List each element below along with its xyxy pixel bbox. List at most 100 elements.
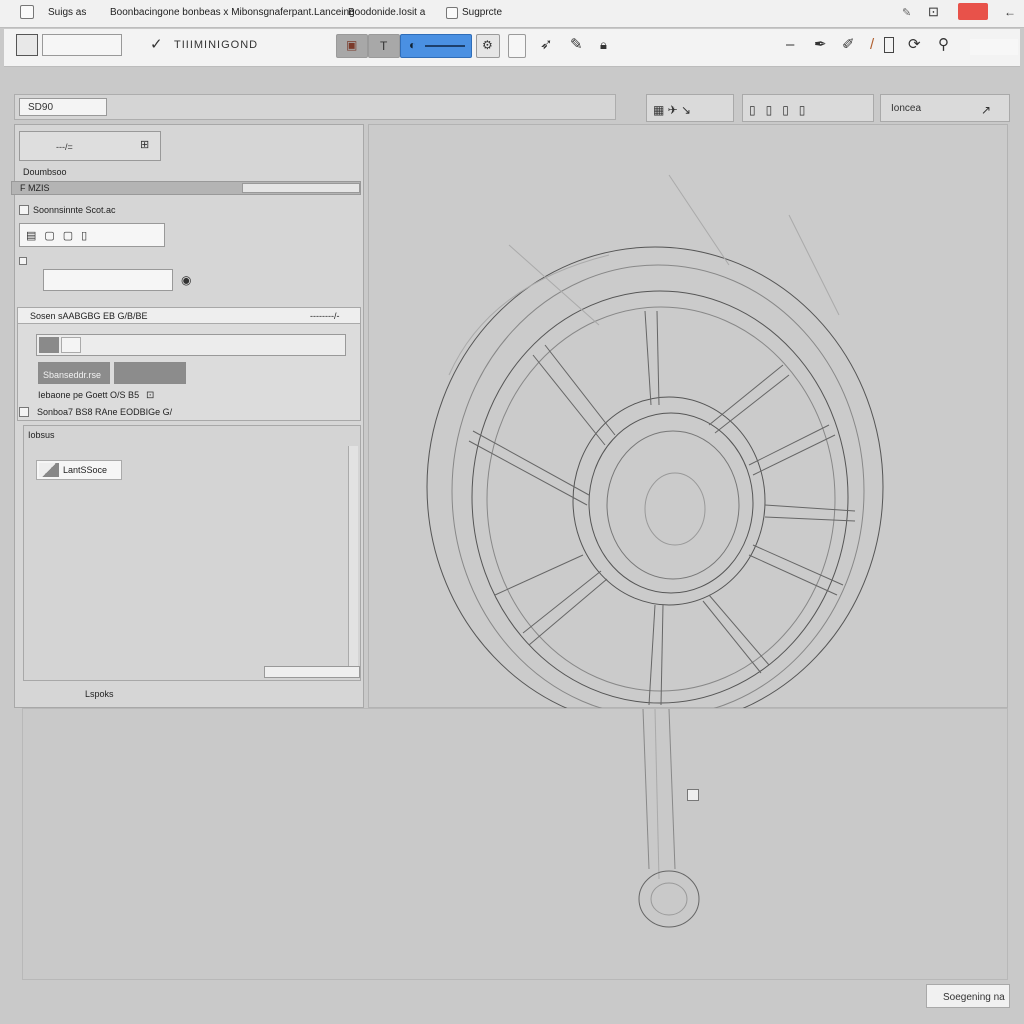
lasso-icon[interactable]: ⟳ xyxy=(908,37,921,53)
window-menu-icon[interactable]: ⊡ xyxy=(928,4,939,20)
tool-group-1[interactable]: ▦ ✈ ↘ xyxy=(646,94,734,122)
brush-tool-button[interactable]: ▣ xyxy=(336,34,368,58)
brush-icon[interactable]: ✐ xyxy=(842,37,855,53)
stem-sketch xyxy=(638,709,700,928)
swatch-row[interactable] xyxy=(36,334,346,356)
page-tool-button[interactable] xyxy=(508,34,526,58)
panel-footer: Lspoks xyxy=(85,689,114,699)
hub-inner xyxy=(606,430,740,580)
inner-rim xyxy=(471,290,849,704)
tab-icon[interactable] xyxy=(446,7,458,19)
zoom-icon[interactable]: ⚲ xyxy=(938,37,949,53)
pencil-tool-icon[interactable]: ✎ xyxy=(570,37,583,53)
section-checkbox[interactable] xyxy=(19,205,29,215)
group1-icons: ▦ ✈ ↘ xyxy=(653,103,692,117)
pin-icon[interactable]: ✎ xyxy=(902,6,911,19)
layer-name: LantSSoce xyxy=(63,465,108,475)
swatch-dark[interactable] xyxy=(39,337,59,353)
list-item[interactable]: LantSSoce xyxy=(36,460,122,480)
swatch-light[interactable] xyxy=(61,337,81,353)
value-input[interactable] xyxy=(43,269,173,291)
size-field[interactable]: SD90 xyxy=(19,98,107,116)
text-tool-button[interactable]: T xyxy=(368,34,400,58)
eye-icon[interactable]: ◉ xyxy=(181,273,191,287)
preview-icon[interactable]: ⊞ xyxy=(140,138,149,151)
main-toolbar: ✓ TIIIMINIGOND ▣ T ◐ ⚙ ➶ ✎ 🔒︎ – ✒ ✐ / ⟳ … xyxy=(4,29,1020,67)
spokes xyxy=(468,310,856,706)
option-checkbox-2[interactable] xyxy=(19,407,29,417)
hub-ring xyxy=(588,412,754,594)
scribble-lines xyxy=(448,174,840,376)
hub-core xyxy=(644,472,706,546)
layers-title: Iobsus xyxy=(28,430,55,440)
group3-label: Ioncea xyxy=(891,103,922,114)
settings-tool-button[interactable]: ⚙ xyxy=(476,34,500,58)
size-value: SD90 xyxy=(28,102,54,113)
close-button[interactable] xyxy=(958,3,988,20)
options-bar: SD90 xyxy=(14,94,616,120)
select-arrow-icon[interactable]: ✓ xyxy=(150,37,163,53)
group-header-bar: Sosen sAABGBG EB G/B/BE --------/- xyxy=(18,308,360,324)
properties-group: Sosen sAABGBG EB G/B/BE --------/- Sbans… xyxy=(17,307,361,421)
settings-icon: ⚙ xyxy=(482,38,493,52)
preview-box: ---/= ⊞ xyxy=(19,131,161,161)
group-description: Iebaone pe Goett O/S B5 xyxy=(38,390,140,400)
layers-list: Iobsus LantSSoce xyxy=(23,425,361,681)
wheel-sketch xyxy=(426,174,884,709)
color-swatch[interactable] xyxy=(970,39,1018,55)
tool-strip-label: TIIIMINIGOND xyxy=(174,39,259,51)
tab-label[interactable]: Sugprcte xyxy=(462,7,502,18)
outer-rim-inner xyxy=(451,264,865,709)
tool-group-3[interactable]: Ioncea ↗ xyxy=(880,94,1010,122)
drawing-canvas[interactable] xyxy=(368,124,1008,709)
format-selector[interactable]: ▤▢▢▯ xyxy=(19,223,165,247)
hub-outer xyxy=(572,396,766,606)
primary-action-label: Sbanseddr.rse xyxy=(43,370,102,380)
toolbar-input[interactable] xyxy=(42,34,122,56)
panel-subtitle: Doumbsoo xyxy=(23,167,67,177)
option-checkbox[interactable] xyxy=(19,257,27,265)
arrow-icon: ↗ xyxy=(981,103,992,117)
lower-canvas[interactable] xyxy=(22,708,1008,980)
app-name: Suigs as xyxy=(48,7,87,18)
side-panel: ---/= ⊞ Doumbsoo F MZIS Soonnsinnte Scot… xyxy=(11,124,364,708)
list-footer-bar[interactable] xyxy=(264,666,360,678)
info-icon[interactable]: ⊡ xyxy=(146,390,154,401)
outer-rim xyxy=(426,246,884,709)
inner-rim-inner xyxy=(486,306,836,692)
pen-tool-button[interactable]: ◐ xyxy=(400,34,472,58)
group2-icons: ▯▯▯▯ xyxy=(749,103,816,117)
tool-group-2[interactable]: ▯▯▯▯ xyxy=(742,94,874,122)
section-title: Soonnsinnte Scot.ac xyxy=(33,205,116,215)
back-icon[interactable]: ← xyxy=(1004,5,1016,19)
title-bar: Suigs as Boonbacingone bonbeas x Mibonsg… xyxy=(0,0,1024,28)
document-title: Boonbacingone bonbeas x Mibonsgnaferpant… xyxy=(110,7,355,18)
lock-icon[interactable]: 🔒︎ xyxy=(600,37,607,53)
document-suffix: Boodonide.Iosit a xyxy=(348,7,426,18)
format-icons: ▤▢▢▯ xyxy=(26,230,96,242)
section-tab-field[interactable] xyxy=(242,183,360,193)
list-scrollbar[interactable] xyxy=(348,446,358,670)
pen-tool-icon: ◐ xyxy=(409,38,417,52)
checkbox-label: Sonboa7 BS8 RAne EODBIGe G/ xyxy=(37,407,173,417)
section-header: F MZIS xyxy=(11,181,361,195)
anchor-marker[interactable] xyxy=(687,789,699,801)
arrow-tool-icon[interactable]: ➶ xyxy=(540,37,553,53)
nib-icon[interactable]: ✒ xyxy=(814,37,827,53)
primary-action-button[interactable]: Sbanseddr.rse xyxy=(38,362,110,384)
group-header: Sosen sAABGBG EB G/B/BE xyxy=(30,311,148,321)
app-icon xyxy=(20,5,34,19)
preview-text: ---/= xyxy=(56,142,73,152)
group-header-right: --------/- xyxy=(310,311,340,321)
line-tool-icon[interactable]: – xyxy=(786,37,794,53)
section-tab[interactable]: F MZIS xyxy=(20,183,50,193)
rect-tool-icon[interactable] xyxy=(884,37,894,53)
status-button-label: Soegening na xyxy=(943,992,1005,1003)
knife-tool-icon[interactable]: / xyxy=(870,37,874,53)
status-button[interactable]: Soegening na xyxy=(926,984,1010,1008)
brush-icon: ▣ xyxy=(346,38,358,52)
file-icon[interactable] xyxy=(16,34,38,56)
text-icon: T xyxy=(380,39,388,53)
secondary-action-button[interactable] xyxy=(114,362,186,384)
layer-thumbnail xyxy=(39,463,59,477)
